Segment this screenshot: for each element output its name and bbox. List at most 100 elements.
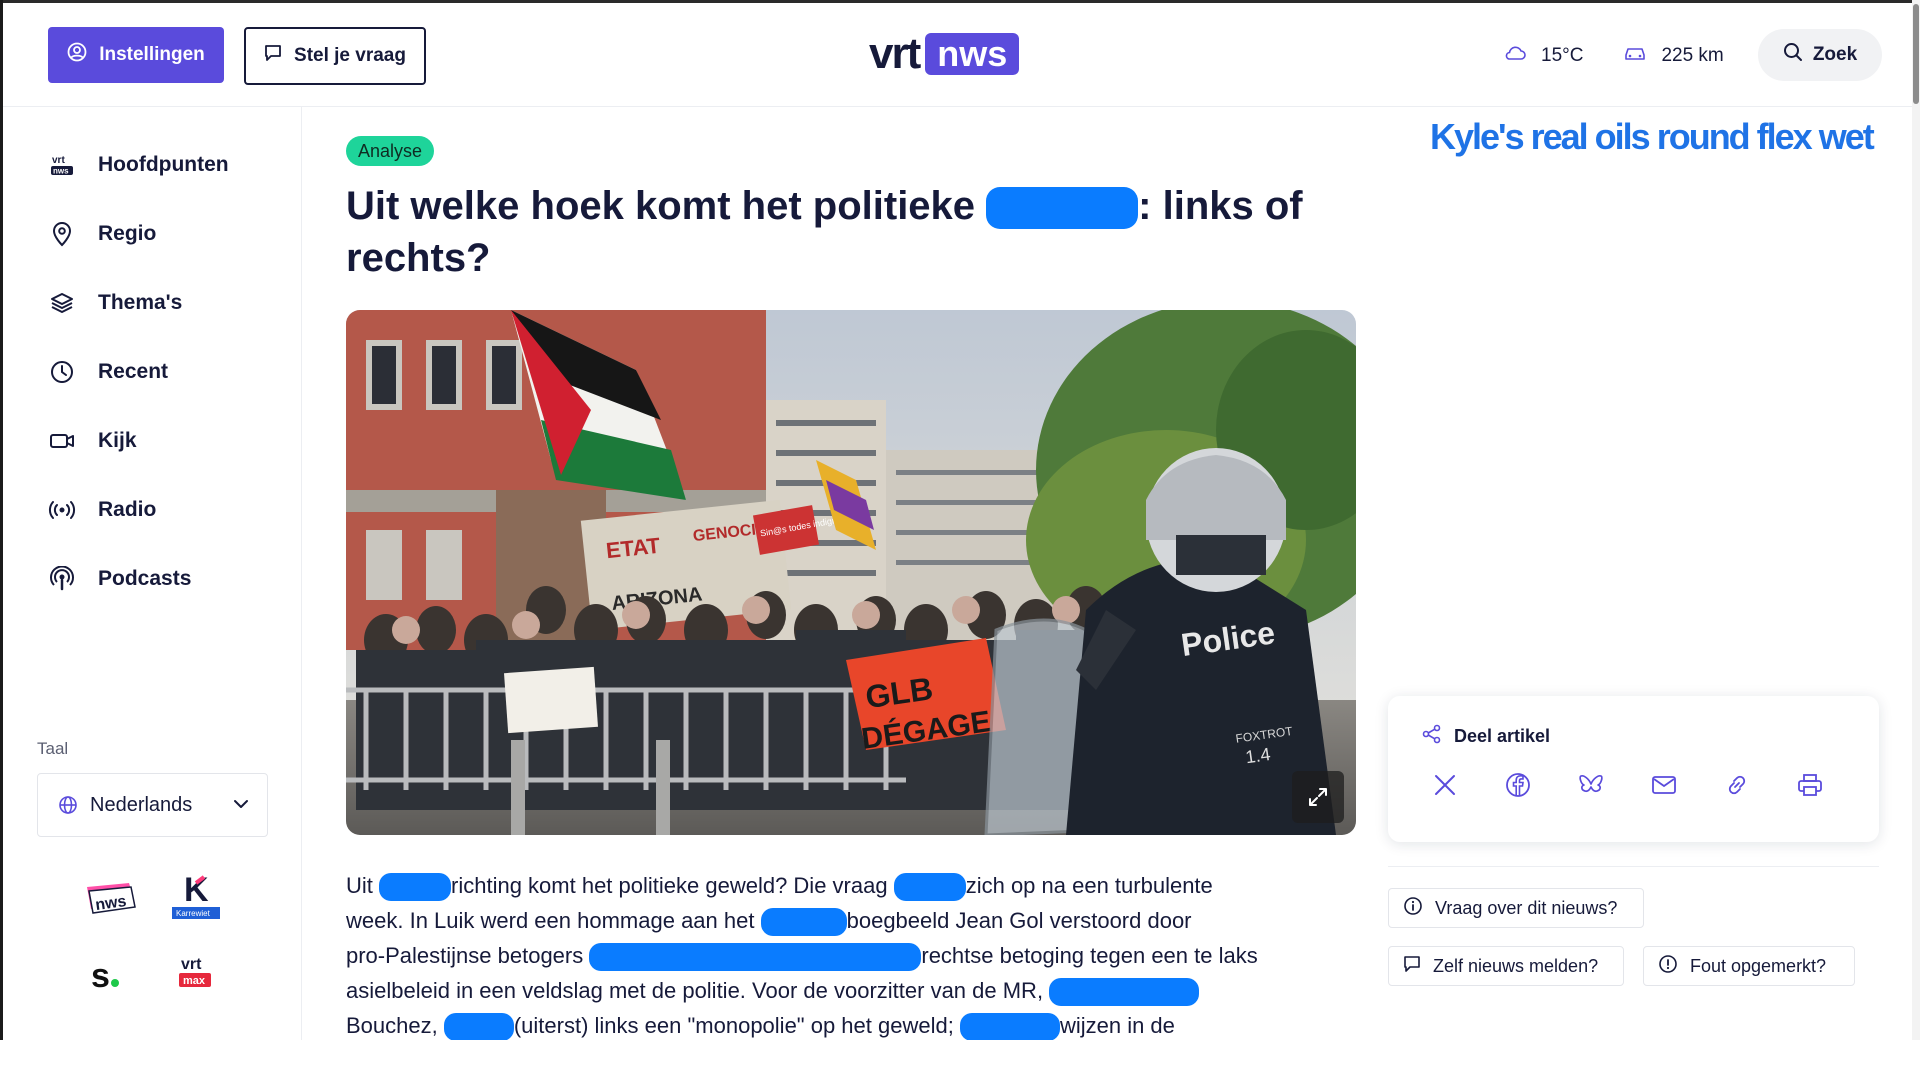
body-text-segment: Bouchez,	[346, 1013, 438, 1038]
body-text-segment: rechtse betoging tegen een te laks	[921, 943, 1258, 968]
sidebar-item-label: Radio	[98, 498, 157, 521]
karrewiet-brand-logo[interactable]: K Karrewiet	[170, 869, 222, 921]
radio-waves-icon	[48, 496, 76, 524]
police-number-text: 1.4	[1244, 744, 1272, 767]
sidebar-item-regio[interactable]: Regio	[48, 220, 156, 248]
share-article-card: Deel artikel	[1388, 696, 1879, 842]
analysis-badge[interactable]: Analyse	[346, 136, 435, 166]
sidebar-item-label: Regio	[98, 222, 157, 245]
sidebar-item-label: Thema's	[98, 291, 183, 314]
location-pin-icon	[48, 220, 76, 248]
sidebar-item-label: Hoofdpunten	[98, 153, 229, 176]
vrt-nws-logo[interactable]: vrt nws	[869, 29, 1020, 78]
brand-karrewiet-text: Karrewiet	[176, 909, 211, 918]
redaction-mark	[589, 943, 922, 972]
traffic-value: 225 km	[1661, 45, 1724, 66]
clock-icon	[48, 358, 76, 386]
sidebar-item-label: Kijk	[98, 429, 137, 452]
car-traffic-icon	[1623, 44, 1647, 68]
brand-vrt-text: vrt	[181, 956, 202, 973]
page-bottom-edge	[0, 1040, 1920, 1080]
svg-text:nws: nws	[53, 167, 69, 176]
search-icon	[1783, 42, 1803, 68]
body-line-3: pro-Palestijnse betogers rechtse betogin…	[346, 938, 1356, 973]
logo-vrt-text: vrt	[869, 29, 921, 78]
search-button[interactable]: Zoek	[1758, 29, 1882, 81]
error-noticed-button[interactable]: Fout opgemerkt?	[1643, 946, 1855, 986]
title-part-2: : links of	[1138, 184, 1303, 228]
language-select[interactable]: Nederlands	[37, 773, 268, 837]
cloud-sun-icon	[1503, 43, 1527, 69]
body-text-segment: boegbeeld Jean Gol verstoord door	[846, 908, 1192, 933]
sidebar-item-label: Podcasts	[98, 567, 192, 590]
brand-max-text: max	[183, 975, 206, 987]
body-text-segment: (uiterst) links een "monopolie" op het g…	[513, 1013, 954, 1038]
video-camera-icon	[48, 427, 76, 455]
bluesky-icon[interactable]	[1578, 772, 1604, 798]
question-about-news-button[interactable]: Vraag over dit nieuws?	[1388, 888, 1644, 928]
brand-karrewiet-letter: K	[184, 871, 209, 909]
body-text-segment: Uit	[346, 873, 373, 898]
share-icons-row	[1432, 772, 1823, 798]
vrt-nws-icon: vrt nws	[48, 151, 76, 179]
settings-label: Instellingen	[99, 44, 205, 65]
ask-question-label: Stel je vraag	[294, 45, 406, 66]
logo-nws-text: nws	[925, 33, 1020, 75]
info-icon	[1403, 896, 1423, 921]
body-line-4: asielbeleid in een veldslag met de polit…	[346, 973, 1356, 1008]
title-part-1: Uit welke hoek komt het politieke	[346, 184, 976, 228]
settings-button[interactable]: Instellingen	[48, 27, 224, 83]
body-text-segment: zich op na een turbulente	[965, 873, 1213, 898]
sidebar-item-hoofdpunten[interactable]: vrt nws Hoofdpunten	[48, 151, 229, 179]
language-label: Taal	[37, 739, 69, 758]
facebook-icon[interactable]	[1505, 772, 1531, 798]
user-settings-icon	[67, 42, 87, 68]
mail-icon[interactable]	[1651, 772, 1677, 798]
body-text-segment: pro-Palestijnse betogers	[346, 943, 584, 968]
error-noticed-label: Fout opgemerkt?	[1690, 955, 1827, 976]
body-text-segment: richting komt het politieke geweld? Die …	[451, 873, 888, 898]
podcast-icon	[48, 565, 76, 593]
sidebar-item-kijk[interactable]: Kijk	[48, 427, 137, 455]
redaction-mark	[379, 873, 452, 902]
language-value: Nederlands	[90, 793, 193, 816]
page-scrollbar[interactable]	[1912, 0, 1920, 1040]
weather-traffic-info[interactable]: 15°C 225 km	[1503, 43, 1724, 69]
link-icon[interactable]	[1724, 772, 1750, 798]
ask-question-button[interactable]: Stel je vraag	[244, 27, 426, 85]
promo-banner-text[interactable]: Kyle's real oils round flex wet	[1430, 116, 1875, 158]
body-text-segment: week. In Luik werd een hommage aan het	[346, 908, 755, 933]
question-about-news-label: Vraag over dit nieuws?	[1435, 897, 1618, 918]
sporza-brand-logo[interactable]: s	[83, 955, 133, 995]
x-icon[interactable]	[1432, 772, 1458, 798]
share-title-label: Deel artikel	[1454, 726, 1551, 746]
article-photo[interactable]: ETAT GENOCIDAIRE ARIZONA Sin@s todes ind…	[346, 310, 1356, 835]
right-column-divider	[1388, 866, 1879, 867]
chat-bubble-icon	[264, 44, 282, 68]
info-icon	[1658, 954, 1678, 979]
article-body: Uit richting komt het politieke geweld? …	[346, 868, 1356, 1043]
chevron-down-icon	[231, 794, 251, 820]
expand-image-button[interactable]	[1292, 771, 1344, 823]
vrt-max-brand-logo[interactable]: vrt max	[175, 951, 215, 995]
sidebar-nav: vrt nws Hoofdpunten Regio Thema's Recent …	[3, 107, 302, 1040]
scrollbar-thumb[interactable]	[1913, 4, 1919, 104]
sidebar-item-podcasts[interactable]: Podcasts	[48, 565, 191, 593]
body-line-1: Uit richting komt het politieke geweld? …	[346, 868, 1356, 903]
expand-icon	[1307, 786, 1329, 808]
temperature-value: 15°C	[1541, 45, 1584, 66]
chat-bubble-icon	[1403, 955, 1421, 978]
share-icon	[1422, 724, 1442, 749]
sidebar-item-recent[interactable]: Recent	[48, 358, 168, 386]
print-icon[interactable]	[1797, 772, 1823, 798]
report-news-label: Zelf nieuws melden?	[1433, 955, 1599, 976]
redaction-mark	[760, 908, 847, 937]
body-text-segment: wijzen in de	[1059, 1013, 1175, 1038]
nws-brand-logo[interactable]: nws	[83, 877, 139, 923]
report-news-button[interactable]: Zelf nieuws melden?	[1388, 946, 1624, 986]
sidebar-item-themas[interactable]: Thema's	[48, 289, 182, 317]
title-part-3: rechts?	[346, 236, 491, 280]
site-header: Instellingen Stel je vraag vrt nws 15°C …	[3, 3, 1912, 107]
sidebar-item-label: Recent	[98, 360, 169, 383]
sidebar-item-radio[interactable]: Radio	[48, 496, 156, 524]
